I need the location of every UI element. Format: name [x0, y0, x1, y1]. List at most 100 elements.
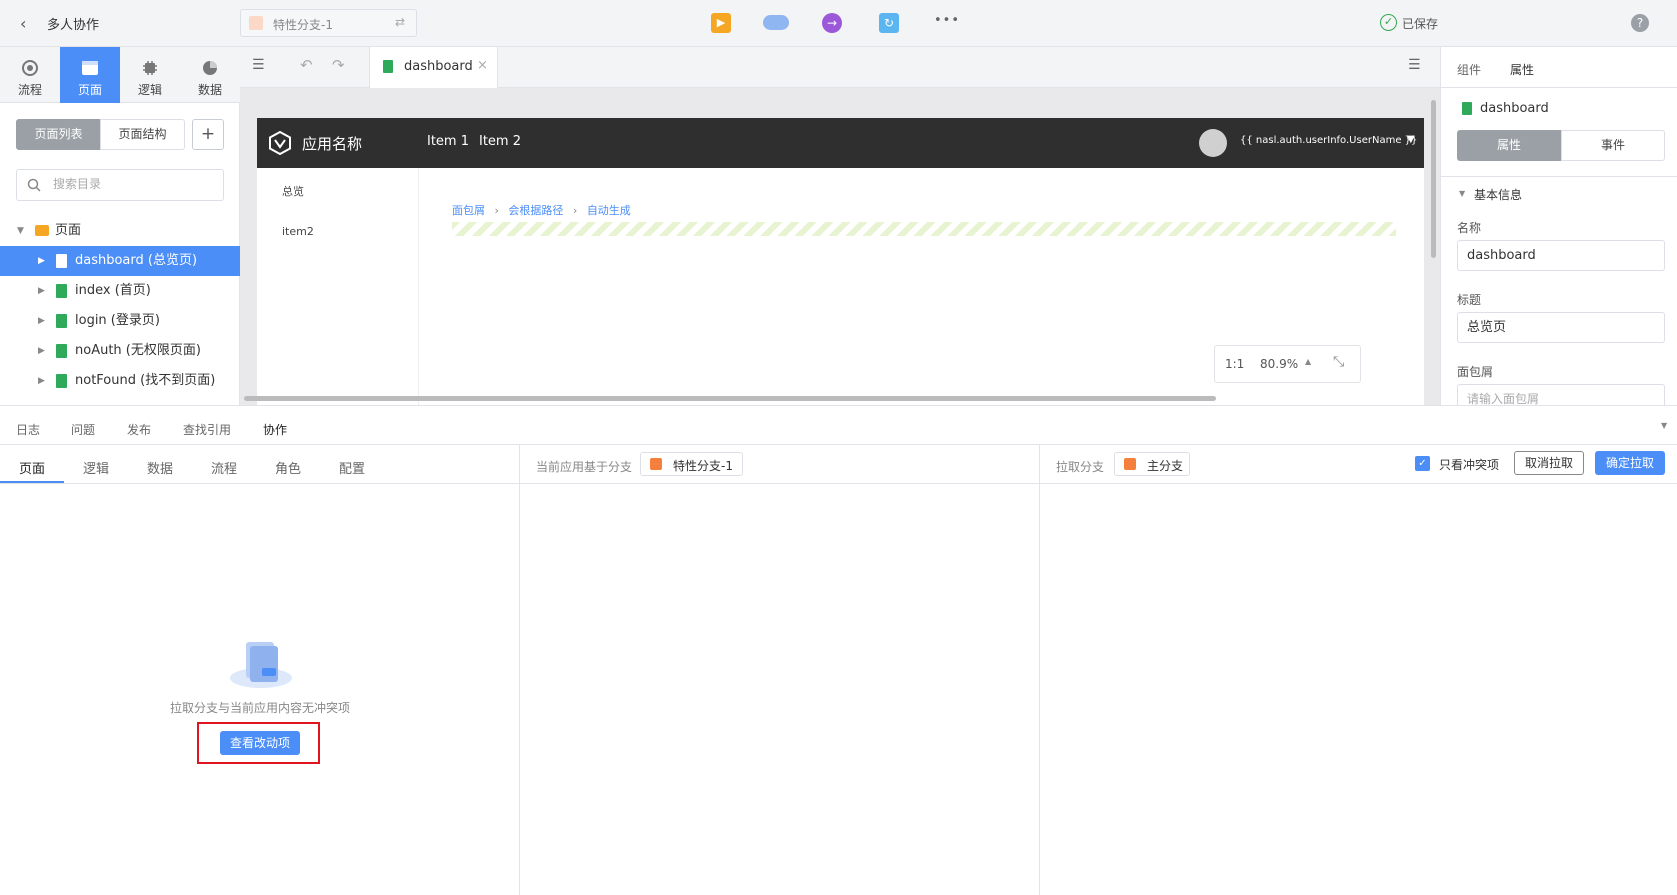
top-bar: ‹ 多人协作 特性分支-1 ⇄ ▶ → ↻ ••• ✓ 已保存 ?	[0, 0, 1677, 47]
nav-tab-page[interactable]: 页面	[60, 47, 120, 103]
bottom-tab-publish[interactable]: 发布	[127, 421, 151, 438]
undo-icon[interactable]: ↶	[300, 56, 313, 74]
preview-icon[interactable]: ▶	[711, 13, 731, 33]
redo-icon[interactable]: ↷	[332, 56, 345, 74]
sync-icon[interactable]: ↻	[879, 13, 899, 33]
expand-arrow-icon: ▶	[38, 376, 45, 386]
tree-item-page[interactable]: ▶ dashboard (总览页)	[0, 246, 240, 276]
preview-side-item[interactable]: item2	[282, 225, 314, 238]
collapse-arrow-icon[interactable]: ▼	[1459, 189, 1465, 198]
toggle-events[interactable]: 事件	[1561, 130, 1665, 161]
subtab-page[interactable]: 页面	[19, 458, 45, 477]
breadcrumb-item[interactable]: 会根据路径	[508, 204, 563, 217]
branch-selector[interactable]: 特性分支-1 ⇄	[240, 9, 417, 37]
subtab-logic[interactable]: 逻辑	[83, 458, 109, 477]
nav-tab-data[interactable]: 数据	[180, 47, 240, 103]
property-panel: 组件 属性 dashboard 属性 事件 ▼ 基本信息 名称 dashboar…	[1440, 47, 1677, 405]
title-field[interactable]: 总览页	[1457, 312, 1665, 343]
nav-tab-label: 数据	[197, 83, 222, 97]
collapse-left-icon[interactable]: ☰	[252, 57, 265, 73]
zoom-caret-icon[interactable]: ▲	[1305, 357, 1311, 366]
toggle-page-structure[interactable]: 页面结构	[100, 119, 185, 150]
tree-item-page[interactable]: ▶ notFound (找不到页面)	[0, 366, 240, 396]
editor-tab-dashboard[interactable]: dashboard ×	[369, 47, 498, 88]
preview-menu-item[interactable]: Item 2	[479, 134, 521, 149]
page-file-icon	[56, 284, 67, 298]
nav-tab-logic[interactable]: 逻辑	[120, 47, 180, 103]
search-placeholder: 搜索目录	[53, 177, 102, 191]
title-value: 总览页	[1467, 320, 1507, 335]
toggle-properties[interactable]: 属性	[1457, 130, 1561, 161]
name-value: dashboard	[1467, 248, 1536, 263]
subtab-config[interactable]: 配置	[339, 458, 365, 477]
tab-properties[interactable]: 属性	[1510, 61, 1534, 78]
cancel-pull-button[interactable]: 取消拉取	[1514, 451, 1584, 475]
nav-tab-process[interactable]: 流程	[0, 47, 60, 103]
bottom-tabs-divider	[0, 444, 1677, 445]
page-icon	[82, 61, 98, 75]
pull-branch-label: 拉取分支	[1056, 460, 1105, 474]
app-title: 多人协作	[47, 18, 100, 33]
breadcrumb-placeholder-bar	[452, 222, 1396, 236]
more-icon[interactable]: •••	[934, 13, 960, 28]
bottom-tab-references[interactable]: 查找引用	[183, 421, 231, 438]
tree-root-pages[interactable]: ▼ 页面	[0, 216, 240, 246]
subtab-process[interactable]: 流程	[211, 458, 237, 477]
zoom-one-button[interactable]: 1:1	[1225, 357, 1244, 371]
editor-toolbar: ☰ ↶ ↷ dashboard × ☰	[240, 47, 1440, 88]
chevron-down-icon[interactable]: ▼	[1407, 134, 1415, 145]
name-field[interactable]: dashboard	[1457, 240, 1665, 271]
only-conflicts-checkbox[interactable]: ✓	[1415, 456, 1430, 471]
collapse-panel-icon[interactable]: ▼	[1661, 421, 1667, 430]
view-changes-button[interactable]: 查看改动项	[220, 731, 300, 755]
bottom-tab-issues[interactable]: 问题	[71, 421, 95, 438]
saved-status: 已保存	[1402, 17, 1439, 31]
base-branch-tag: 特性分支-1	[640, 452, 743, 476]
breadcrumb-field[interactable]: 请输入面包屑	[1457, 384, 1665, 405]
confirm-pull-button[interactable]: 确定拉取	[1595, 451, 1665, 475]
canvas-vertical-scrollbar[interactable]	[1431, 100, 1436, 258]
avatar[interactable]	[1199, 129, 1227, 157]
tree-root-label: 页面	[55, 223, 82, 238]
chevron-right-icon: ›	[494, 204, 499, 217]
subtab-role[interactable]: 角色	[275, 458, 301, 477]
empty-document-icon	[230, 642, 292, 688]
close-icon[interactable]: ×	[477, 58, 488, 73]
add-page-button[interactable]: +	[192, 119, 224, 150]
toggle-label: 事件	[1600, 138, 1625, 152]
cloud-deploy-icon[interactable]	[763, 15, 789, 30]
toggle-page-list[interactable]: 页面列表	[16, 119, 101, 150]
tree-item-page[interactable]: ▶ index (首页)	[0, 276, 240, 306]
help-icon[interactable]: ?	[1631, 14, 1649, 32]
preview-app-name: 应用名称	[302, 135, 363, 153]
publish-icon[interactable]: →	[822, 13, 842, 33]
process-icon	[22, 60, 38, 76]
bottom-tab-collab[interactable]: 协作	[263, 421, 287, 438]
collapse-right-icon[interactable]: ☰	[1408, 57, 1421, 73]
preview-menu-item[interactable]: Item 1	[427, 134, 469, 149]
pull-branch-name: 主分支	[1147, 459, 1184, 473]
breadcrumb: 面包屑 › 会根据路径 › 自动生成	[452, 202, 631, 218]
breadcrumb-item[interactable]: 面包屑	[452, 204, 485, 217]
tree-item-label: index (首页)	[75, 283, 151, 298]
preview-username: {{ nasl.auth.userInfo.UserName }}	[1240, 135, 1418, 146]
design-canvas: 应用名称 Item 1 Item 2 {{ nasl.auth.userInfo…	[240, 88, 1440, 405]
tree-item-page[interactable]: ▶ noAuth (无权限页面)	[0, 336, 240, 366]
tab-components[interactable]: 组件	[1457, 61, 1481, 78]
bottom-tab-log[interactable]: 日志	[16, 421, 40, 438]
page-file-icon	[383, 60, 393, 73]
tree-item-label: login (登录页)	[75, 313, 160, 328]
exit-fullscreen-icon[interactable]: ⤡	[1333, 354, 1344, 370]
logic-icon	[143, 61, 157, 75]
preview-side-item[interactable]: 总览	[282, 183, 304, 199]
breadcrumb-item[interactable]: 自动生成	[587, 204, 631, 217]
tree-item-page[interactable]: ▶ login (登录页)	[0, 306, 240, 336]
search-input[interactable]: 搜索目录	[16, 169, 224, 201]
zoom-level[interactable]: 80.9%	[1260, 357, 1298, 371]
breadcrumb-placeholder: 请输入面包屑	[1467, 392, 1540, 405]
column-divider	[519, 444, 520, 895]
search-icon	[27, 178, 41, 192]
subtab-data[interactable]: 数据	[147, 458, 173, 477]
back-arrow-icon[interactable]: ‹	[20, 14, 26, 33]
canvas-horizontal-scrollbar[interactable]	[244, 396, 1216, 401]
